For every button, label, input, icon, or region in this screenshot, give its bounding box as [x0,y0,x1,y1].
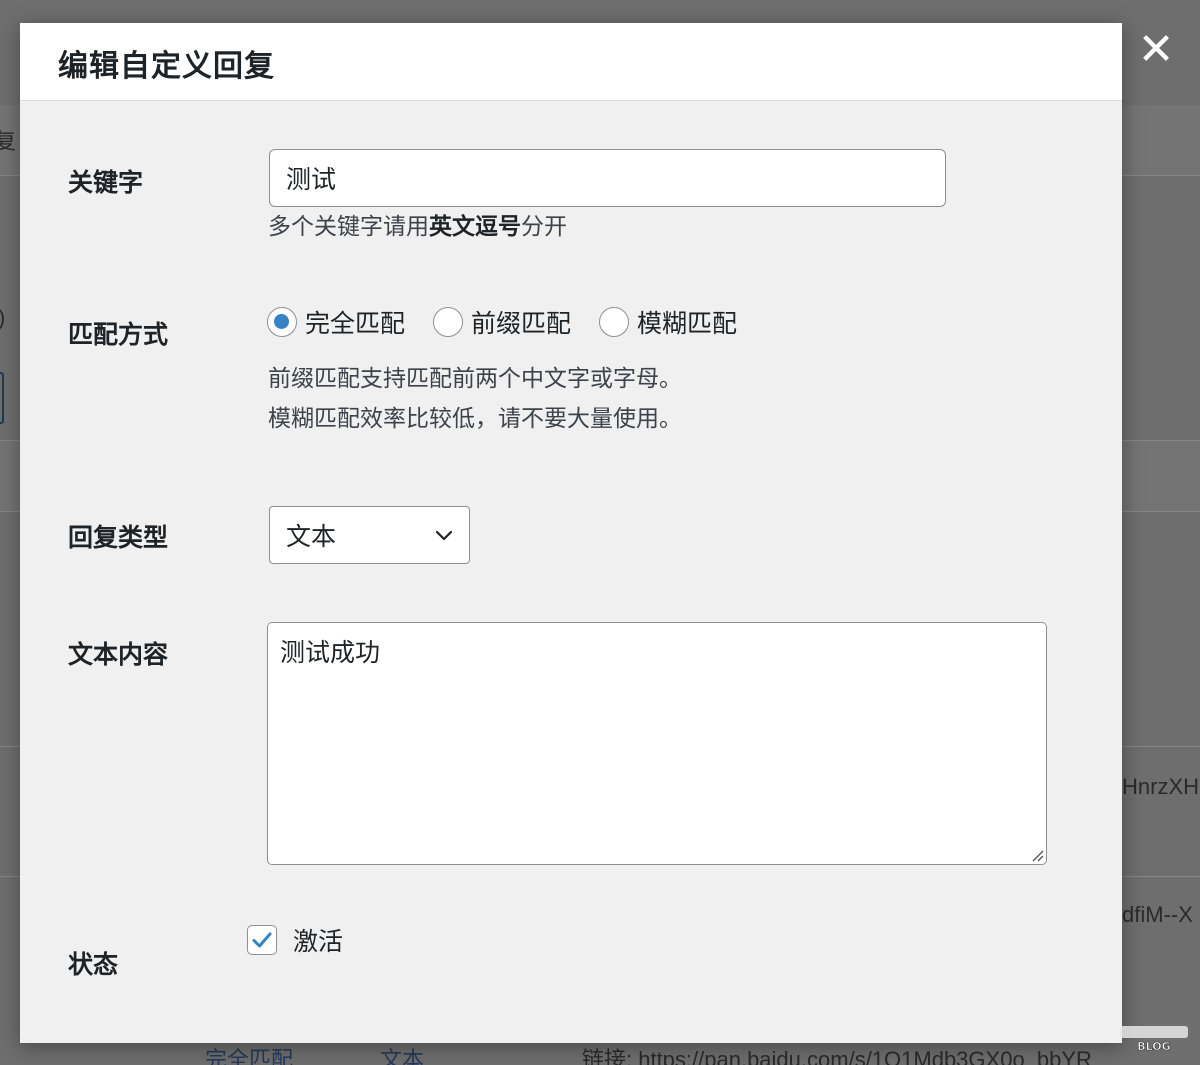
background-text: 复 [0,129,17,154]
match-hint-line-2: 模糊匹配效率比较低，请不要大量使用。 [268,406,682,432]
keyword-hint-emphasis: 英文逗号 [429,214,521,240]
keyword-hint: 多个关键字请用英文逗号分开 [268,207,567,247]
reply-type-select[interactable]: 文本 [269,506,470,564]
background-text: dfiM--X [1122,902,1193,927]
keyword-input[interactable]: 测试 [269,149,946,207]
radio-button-checked[interactable] [267,307,297,337]
radio-button[interactable] [599,307,630,337]
radio-label: 完全匹配 [305,309,406,338]
status-checkbox-label: 激活 [293,927,344,956]
content-label: 文本内容 [68,640,169,669]
edit-reply-dialog: 编辑自定义回复 关键字 测试 多个关键字请用英文逗号分开 匹配方式 完全匹配 前… [20,23,1122,1043]
checkmark-icon [252,932,272,948]
status-label: 状态 [68,950,119,979]
chevron-down-icon [435,530,453,541]
reply-type-label: 回复类型 [68,523,169,552]
keyword-input-value: 测试 [286,165,337,194]
match-type-radio-group: 完全匹配 前缀匹配 模糊匹配 [267,305,765,339]
keyword-label: 关键字 [68,168,144,197]
keyword-hint-text: 多个关键字请用 [268,214,429,240]
content-textarea-value: 测试成功 [280,638,381,667]
radio-button[interactable] [433,307,464,337]
close-icon: ✕ [1137,24,1175,75]
dialog-title: 编辑自定义回复 [58,49,275,84]
background-text: 完全匹配 [205,1047,294,1065]
match-fuzzy-option[interactable]: 模糊匹配 [599,304,737,340]
status-active-toggle[interactable]: 激活 [247,922,343,958]
radio-label: 模糊匹配 [637,309,738,338]
keyword-hint-text: 分开 [521,214,567,240]
background-text: HnrzXH [1122,774,1200,799]
reply-type-selected-value: 文本 [286,522,337,551]
resize-handle-icon[interactable] [1028,846,1044,862]
background-button-edge [0,372,4,424]
match-prefix-option[interactable]: 前缀匹配 [433,304,571,340]
content-textarea[interactable]: 测试成功 [267,622,1047,865]
blog-watermark-logo: BLOG [1120,1026,1188,1053]
status-checkbox[interactable] [247,925,277,955]
radio-label: 前缀匹配 [471,309,572,338]
watermark-text: BLOG [1137,1040,1170,1053]
match-exact-option[interactable]: 完全匹配 [267,304,405,340]
background-text: ) [0,305,5,331]
background-text: 文本 [380,1047,425,1065]
dialog-header: 编辑自定义回复 [20,23,1122,101]
match-hint-line-1: 前缀匹配支持匹配前两个中文字或字母。 [268,366,682,392]
close-button[interactable]: ✕ [1134,26,1178,74]
background-text: 链接: https://pan.baidu.com/s/1O1Mdb3GX0o_… [582,1047,1092,1065]
match-type-label: 匹配方式 [68,320,169,349]
